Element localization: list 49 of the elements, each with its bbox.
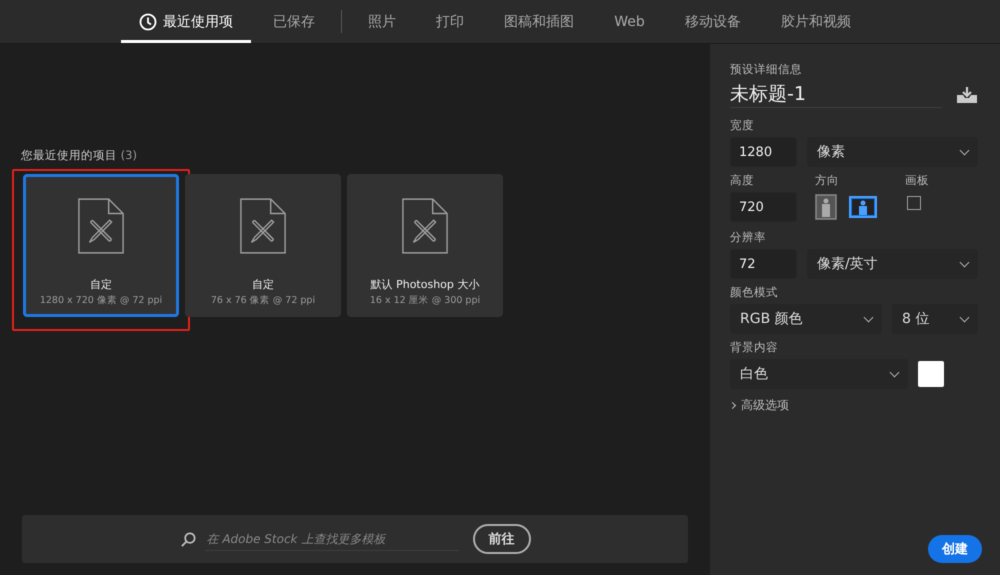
color-mode-dropdown[interactable]: RGB 颜色 (730, 304, 882, 334)
preset-name: 自定 (90, 277, 112, 292)
document-ruler-pencil-icon (77, 197, 125, 255)
preset-size: 1280 x 720 像素 @ 72 ppi (40, 294, 162, 307)
tab[interactable]: 移动设备 (666, 0, 759, 43)
color-swatch[interactable] (918, 361, 944, 387)
preset-card[interactable]: 自定 1280 x 720 像素 @ 72 ppi (23, 174, 179, 317)
preset-card[interactable]: 默认 Photoshop 大小 16 x 12 厘米 @ 300 ppi (347, 174, 503, 317)
panel-heading: 预设详细信息 (730, 62, 803, 77)
background-dropdown[interactable]: 白色 (730, 359, 908, 389)
field-label: 颜色模式 (730, 285, 779, 300)
tab[interactable]: 已保存 (255, 0, 334, 43)
landscape-icon[interactable] (849, 196, 877, 218)
advanced-options-toggle[interactable]: 高级选项 (730, 391, 789, 420)
tab[interactable]: 胶片和视频 (762, 0, 869, 43)
field-label: 方向 (815, 173, 840, 188)
preset-name: 默认 Photoshop 大小 (370, 277, 480, 292)
section-heading: 您最近使用的项目 (21, 148, 117, 162)
artboard-checkbox[interactable] (907, 196, 921, 210)
document-ruler-pencil-icon (401, 197, 449, 255)
resolution-field[interactable]: 72 (730, 249, 797, 279)
preset-name: 自定 (252, 277, 274, 292)
width-field[interactable]: 1280 (730, 137, 797, 167)
document-ruler-pencil-icon (239, 197, 287, 255)
search-field[interactable]: 在 Adobe Stock 上查找更多模板 (204, 528, 458, 550)
create-button[interactable]: 创建 (928, 535, 982, 563)
resolution-unit-dropdown[interactable]: 像素/英寸 (807, 249, 978, 279)
tab[interactable]: 照片 (350, 0, 414, 43)
preset-size: 76 x 76 像素 @ 72 ppi (210, 294, 316, 307)
field-label: 宽度 (730, 118, 755, 133)
bit-depth-dropdown[interactable]: 8 位 (892, 304, 978, 334)
portrait-icon[interactable] (815, 194, 837, 220)
search-icon (180, 530, 196, 548)
field-label: 分辨率 (730, 230, 767, 245)
save-preset-icon[interactable] (956, 86, 978, 104)
tab[interactable]: Web (596, 0, 663, 43)
preset-size: 16 x 12 厘米 @ 300 ppi (370, 294, 480, 307)
tab[interactable]: 打印 (418, 0, 482, 43)
unit-dropdown[interactable]: 像素 (807, 137, 978, 167)
height-field[interactable]: 720 (730, 192, 797, 222)
field-label: 背景内容 (730, 340, 779, 355)
go-button[interactable]: 前往 (472, 524, 530, 554)
tab[interactable]: 最近使用项 (121, 0, 252, 43)
preset-card[interactable]: 自定 76 x 76 像素 @ 72 ppi (185, 174, 341, 317)
tab[interactable]: 图稿和插图 (486, 0, 592, 43)
item-count: (3) (120, 148, 137, 162)
document-name-field[interactable]: 未标题-1 (730, 81, 942, 108)
field-label: 画板 (905, 173, 929, 188)
field-label: 高度 (730, 173, 755, 188)
